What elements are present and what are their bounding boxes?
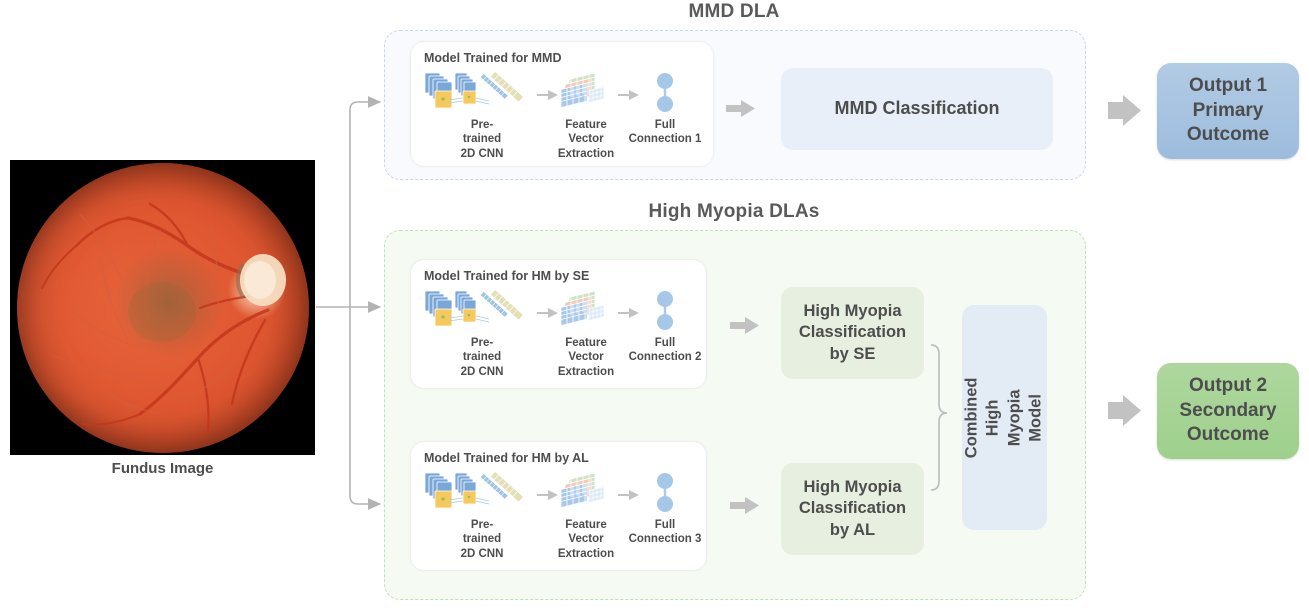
output-box-secondary-outcome[interactable]: Output 2 Secondary Outcome bbox=[1157, 363, 1299, 459]
pipeline-stage-full-connection: Full Connection 2 bbox=[625, 288, 705, 365]
section-title-mmd: MMD DLA bbox=[688, 1, 780, 22]
result-box-combined-high-myopia-model[interactable]: Combined High Myopia Model bbox=[962, 305, 1047, 530]
pipeline-mmd: Pre- trained 2D CNN Feature Vector Extra… bbox=[419, 70, 705, 162]
cnn-layer-stack-icon bbox=[423, 70, 541, 116]
pipeline-stage-label: Pre- trained 2D CNN bbox=[460, 119, 504, 160]
result-box-mmd-classification[interactable]: MMD Classification bbox=[781, 68, 1053, 150]
pipeline-stage-label: Feature Vector Extraction bbox=[557, 519, 615, 560]
pipeline-stage-feature-vector: Feature Vector Extraction bbox=[543, 288, 629, 379]
pipeline-stage-label: Pre- trained 2D CNN bbox=[460, 519, 504, 560]
pipeline-stage-full-connection: Full Connection 3 bbox=[625, 470, 705, 547]
cnn-layer-stack-icon bbox=[423, 470, 541, 516]
result-box-label: Combined High Myopia Model bbox=[962, 377, 1045, 458]
arrow-to-output-2 bbox=[1108, 395, 1141, 426]
retinal-vessels-overlay bbox=[41, 202, 286, 434]
pipeline-stage-feature-vector: Feature Vector Extraction bbox=[543, 470, 629, 561]
pipeline-stage-label: Full Connection 3 bbox=[628, 519, 702, 546]
fully-connected-nodes-icon bbox=[625, 288, 705, 334]
pipeline-hm-se: Pre- trained 2D CNN Feature Vector Extra… bbox=[419, 288, 701, 384]
connector-fundus-to-al bbox=[349, 307, 382, 510]
fundus-caption: Fundus Image bbox=[111, 460, 214, 477]
result-box-hm-classification-se[interactable]: High Myopia Classification by SE bbox=[781, 287, 924, 379]
feature-grid-icon bbox=[543, 288, 629, 334]
model-card-hm-al[interactable]: Model Trained for HM by AL Pre- trained … bbox=[411, 442, 706, 570]
pipeline-stage-label: Full Connection 1 bbox=[628, 119, 702, 146]
fundus-image bbox=[10, 160, 315, 455]
pipeline-stage-cnn: Pre- trained 2D CNN bbox=[423, 70, 541, 161]
pipeline-stage-label: Pre- trained 2D CNN bbox=[460, 337, 504, 378]
model-card-title: Model Trained for MMD bbox=[424, 51, 562, 65]
fully-connected-nodes-icon bbox=[625, 470, 705, 516]
model-card-mmd[interactable]: Model Trained for MMD Pre- trained 2D CN… bbox=[411, 42, 713, 166]
output-box-label: Output 2 Secondary Outcome bbox=[1179, 374, 1277, 446]
model-card-hm-se[interactable]: Model Trained for HM by SE Pre- trained … bbox=[411, 260, 706, 388]
connector-fundus-to-mmd bbox=[349, 96, 382, 307]
output-box-primary-outcome[interactable]: Output 1 Primary Outcome bbox=[1157, 63, 1299, 159]
diagram-canvas: Fundus Image MMD DLA High Myopia DLAs Mo… bbox=[0, 0, 1309, 611]
model-card-title: Model Trained for HM by SE bbox=[424, 269, 590, 283]
fully-connected-nodes-icon bbox=[625, 70, 705, 116]
result-box-label: High Myopia Classification by AL bbox=[798, 478, 907, 539]
fundus-panel: Fundus Image bbox=[10, 160, 315, 477]
pipeline-stage-feature-vector: Feature Vector Extraction bbox=[543, 70, 629, 161]
arrow-to-output-1 bbox=[1108, 95, 1141, 126]
model-card-title: Model Trained for HM by AL bbox=[424, 451, 589, 465]
pipeline-stage-cnn: Pre- trained 2D CNN bbox=[423, 470, 541, 561]
cnn-layer-stack-icon bbox=[423, 288, 541, 334]
pipeline-stage-full-connection: Full Connection 1 bbox=[625, 70, 705, 147]
pipeline-stage-label: Feature Vector Extraction bbox=[557, 119, 615, 160]
result-box-label: MMD Classification bbox=[834, 98, 1000, 119]
feature-grid-icon bbox=[543, 470, 629, 516]
result-box-label: High Myopia Classification by SE bbox=[798, 302, 907, 363]
feature-grid-icon bbox=[543, 70, 629, 116]
result-box-hm-classification-al[interactable]: High Myopia Classification by AL bbox=[781, 463, 924, 555]
section-title-high-myopia: High Myopia DLAs bbox=[648, 201, 820, 222]
pipeline-stage-label: Feature Vector Extraction bbox=[557, 337, 615, 378]
pipeline-hm-al: Pre- trained 2D CNN Feature Vector Extra… bbox=[419, 470, 701, 566]
output-box-label: Output 1 Primary Outcome bbox=[1186, 74, 1270, 146]
pipeline-stage-label: Full Connection 2 bbox=[628, 337, 702, 364]
pipeline-stage-cnn: Pre- trained 2D CNN bbox=[423, 288, 541, 379]
